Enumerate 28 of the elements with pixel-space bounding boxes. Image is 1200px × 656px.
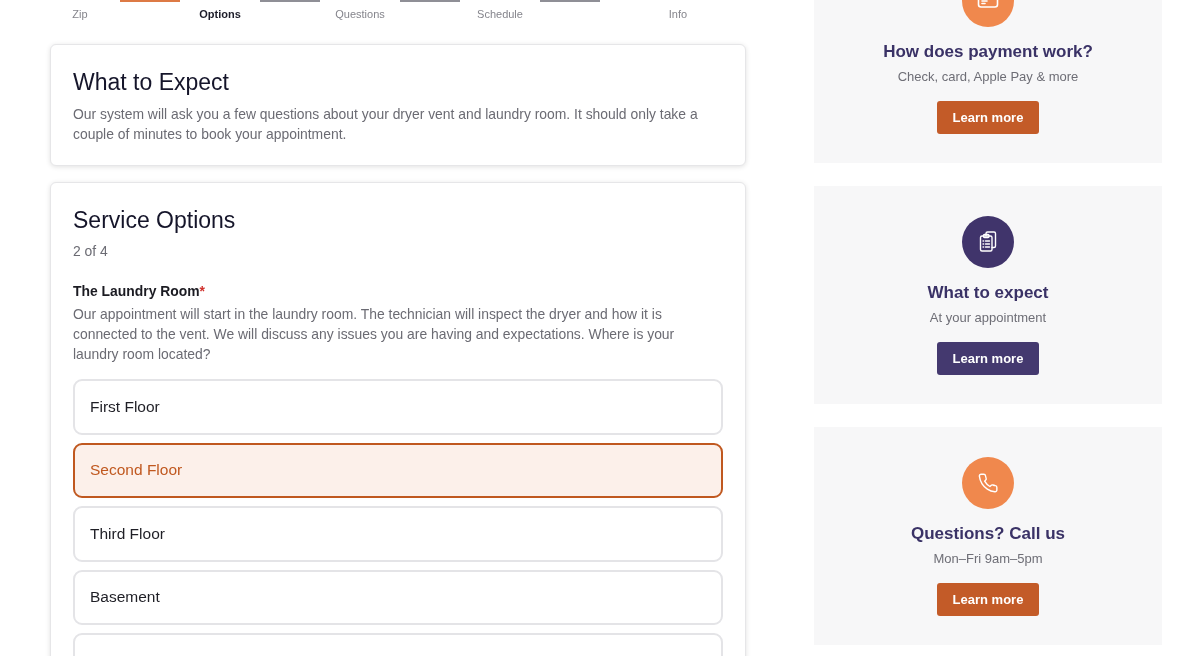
step-connector xyxy=(120,0,180,2)
info-title: How does payment work? xyxy=(883,41,1093,63)
learn-more-button[interactable]: Learn more xyxy=(936,583,1040,616)
info-title: Questions? Call us xyxy=(911,523,1065,545)
card-title: Service Options xyxy=(73,206,237,234)
step-label[interactable]: Schedule xyxy=(477,8,523,20)
step-label[interactable]: Options xyxy=(199,8,241,20)
step-count-text: 2 of 4 xyxy=(73,242,109,261)
info-subtitle: Check, card, Apple Pay & more xyxy=(897,68,1079,86)
info-title: What to expect xyxy=(927,282,1049,304)
choice-option[interactable]: Second Floor xyxy=(73,442,723,498)
learn-more-button[interactable]: Learn more xyxy=(936,342,1040,375)
choice-option[interactable]: Basement xyxy=(73,569,723,625)
intro-text: Our system will ask you a few questions about your dryer vent and laundry room. It should only take a couple of minutes to book your appointment. xyxy=(73,105,699,144)
step-label[interactable]: Info xyxy=(668,8,688,20)
choice-option[interactable]: First Floor xyxy=(73,379,723,435)
learn-more-button[interactable]: Learn more xyxy=(936,101,1040,134)
step-connector xyxy=(400,0,460,2)
step-connector xyxy=(540,0,600,2)
info-subtitle: Mon–Fri 9am–5pm xyxy=(933,550,1043,568)
step-connector xyxy=(260,0,320,2)
info-subtitle: At your appointment xyxy=(929,309,1047,327)
step-label[interactable]: Zip xyxy=(72,8,88,20)
step-label[interactable]: Questions xyxy=(335,8,385,20)
question-label: The Laundry Room* xyxy=(73,282,206,301)
choice-option[interactable]: Third Floor xyxy=(73,506,723,562)
card-title: What to Expect xyxy=(73,68,230,96)
question-description: Our appointment will start in the laundry room. The technician will inspect the dryer and how it is connected to the vent. We will discuss any issues you are having and expectations. Where is your laundry room located? xyxy=(73,305,676,364)
